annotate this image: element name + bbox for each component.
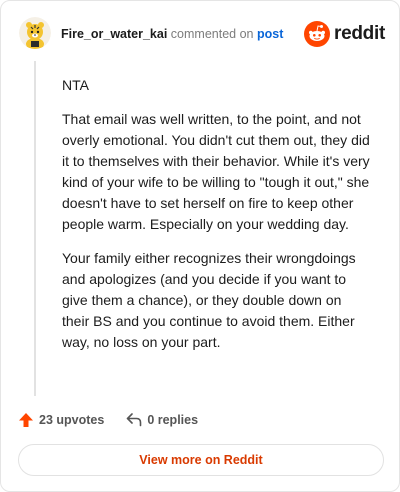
comment-card: Fire_or_water_kai commented on post redd… bbox=[0, 0, 400, 492]
username[interactable]: Fire_or_water_kai bbox=[61, 27, 167, 41]
comment-body: NTA That email was well written, to the … bbox=[62, 75, 372, 366]
reply-arrow-icon bbox=[127, 413, 142, 427]
reply-button[interactable]: 0 replies bbox=[126, 413, 198, 427]
comment-actions: 23 upvotes 0 replies bbox=[18, 409, 198, 431]
upvote-arrow-icon bbox=[19, 413, 33, 427]
thread-line bbox=[34, 61, 36, 396]
upvote-button[interactable]: 23 upvotes bbox=[18, 412, 104, 428]
avatar-tiger-icon bbox=[19, 17, 51, 49]
comment-paragraph: That email was well written, to the poin… bbox=[62, 111, 370, 232]
comment-paragraph: NTA bbox=[62, 77, 89, 93]
user-avatar[interactable] bbox=[19, 17, 51, 49]
comment-header: Fire_or_water_kai commented on post redd… bbox=[19, 17, 385, 53]
comment-paragraph: Your family either recognizes their wron… bbox=[62, 250, 356, 350]
reddit-snoo-icon bbox=[304, 21, 331, 47]
upvote-count: 23 upvotes bbox=[39, 413, 105, 427]
reddit-logo[interactable]: reddit bbox=[304, 21, 385, 47]
comment-meta: Fire_or_water_kai commented on post bbox=[61, 27, 283, 41]
reply-count: 0 replies bbox=[147, 413, 199, 427]
action-text: commented on bbox=[170, 27, 254, 41]
post-link[interactable]: post bbox=[257, 27, 283, 41]
view-more-button[interactable]: View more on Reddit bbox=[18, 444, 384, 476]
reddit-wordmark: reddit bbox=[334, 23, 385, 44]
